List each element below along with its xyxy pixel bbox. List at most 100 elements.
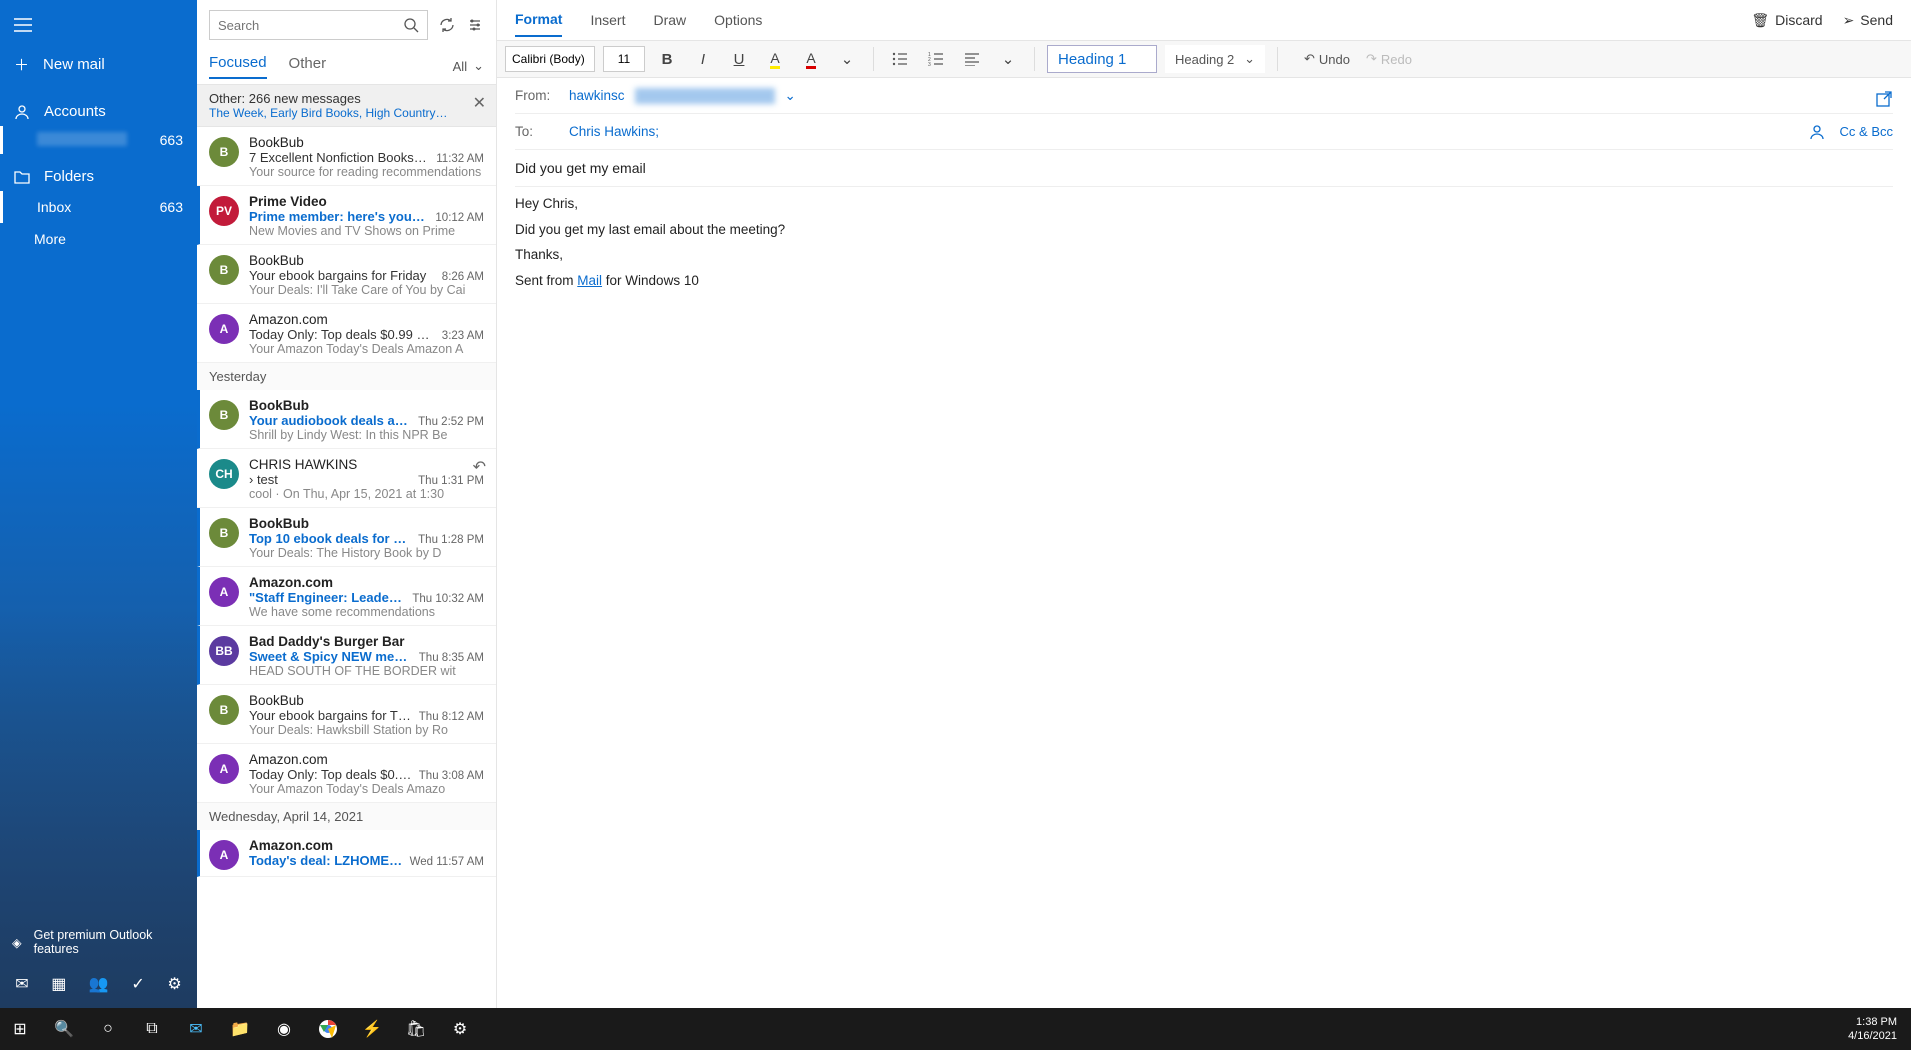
focused-settings-icon[interactable] bbox=[466, 16, 484, 34]
message-scroll[interactable]: B BookBub 7 Excellent Nonfiction Books t… bbox=[197, 127, 496, 1008]
accounts-header[interactable]: Accounts bbox=[0, 89, 197, 126]
more-paragraph-icon[interactable]: ⌄ bbox=[994, 45, 1022, 73]
message-item[interactable]: B BookBub Your ebook bargains for Friday… bbox=[197, 245, 496, 304]
message-item[interactable]: PV Prime Video Prime member: here's your… bbox=[197, 186, 496, 245]
search-taskbar-icon[interactable]: 🔍 bbox=[50, 1015, 78, 1043]
trash-icon: 🗑 bbox=[1751, 12, 1769, 29]
message-item[interactable]: B BookBub Top 10 ebook deals for you thi… bbox=[197, 508, 496, 567]
tab-focused[interactable]: Focused bbox=[209, 54, 267, 79]
from-field[interactable]: From: hawkinsc ⌄ bbox=[515, 78, 1893, 114]
message-preview: Your Amazon Today's Deals Amazon A bbox=[249, 342, 484, 356]
compose-body[interactable]: Hey Chris,Did you get my last email abou… bbox=[497, 187, 1911, 298]
search-input[interactable] bbox=[209, 10, 428, 40]
align-button[interactable] bbox=[958, 45, 986, 73]
redo-label: Redo bbox=[1381, 52, 1412, 67]
message-time: Thu 8:35 AM bbox=[419, 652, 484, 664]
todo-icon[interactable]: ✓ bbox=[131, 974, 144, 994]
plus-icon: ＋ bbox=[14, 54, 29, 75]
account-item[interactable]: 663 bbox=[0, 126, 197, 154]
message-sender: BookBub bbox=[249, 253, 484, 268]
italic-button[interactable]: I bbox=[689, 45, 717, 73]
message-item[interactable]: B BookBub Your audiobook deals are hereT… bbox=[197, 390, 496, 449]
tab-format[interactable]: Format bbox=[515, 3, 562, 37]
send-button[interactable]: ➢ Send bbox=[1843, 12, 1893, 29]
message-time: Thu 2:52 PM bbox=[418, 416, 484, 428]
tab-draw[interactable]: Draw bbox=[653, 4, 686, 36]
app-icon[interactable]: ⚡ bbox=[358, 1015, 386, 1043]
new-mail-button[interactable]: ＋ New mail bbox=[0, 40, 197, 89]
mail-app-icon[interactable]: ✉ bbox=[182, 1015, 210, 1043]
svg-text:3: 3 bbox=[928, 62, 931, 66]
message-item[interactable]: BB Bad Daddy's Burger Bar Sweet & Spicy … bbox=[197, 626, 496, 685]
message-item[interactable]: CH CHRIS HAWKINS › testThu 1:31 PM cool … bbox=[197, 449, 496, 508]
body-line: Hey Chris, bbox=[515, 191, 1893, 217]
chevron-down-icon[interactable]: ⌄ bbox=[785, 88, 796, 104]
contacts-icon[interactable] bbox=[1808, 123, 1826, 141]
more-font-icon[interactable]: ⌄ bbox=[833, 45, 861, 73]
tab-other[interactable]: Other bbox=[289, 55, 327, 78]
other-new-banner[interactable]: Other: 266 new messages The Week, Early … bbox=[197, 84, 496, 127]
message-time: Wed 11:57 AM bbox=[410, 856, 484, 868]
mail-link[interactable]: Mail bbox=[577, 273, 602, 288]
dell-icon[interactable]: ◉ bbox=[270, 1015, 298, 1043]
message-item[interactable]: A Amazon.com "Staff Engineer: Leadership… bbox=[197, 567, 496, 626]
menu-icon[interactable] bbox=[0, 10, 197, 40]
cc-bcc-toggle[interactable]: Cc & Bcc bbox=[1840, 124, 1893, 139]
avatar: B bbox=[209, 400, 239, 430]
underline-button[interactable]: U bbox=[725, 45, 753, 73]
redo-button[interactable]: ↷ Redo bbox=[1360, 51, 1418, 67]
start-icon[interactable]: ⊞ bbox=[6, 1015, 34, 1043]
folders-header[interactable]: Folders bbox=[0, 154, 197, 191]
heading2-label: Heading 2 bbox=[1175, 52, 1234, 67]
explorer-icon[interactable]: 📁 bbox=[226, 1015, 254, 1043]
cortana-icon[interactable]: ○ bbox=[94, 1015, 122, 1043]
font-color-button[interactable]: A bbox=[797, 45, 825, 73]
search-icon[interactable] bbox=[403, 17, 419, 33]
people-icon[interactable]: 👥 bbox=[89, 974, 109, 994]
avatar: A bbox=[209, 754, 239, 784]
calendar-icon[interactable]: ▦ bbox=[51, 974, 66, 994]
close-icon[interactable]: ✕ bbox=[473, 93, 486, 113]
premium-label: Get premium Outlook features bbox=[34, 928, 185, 956]
system-clock[interactable]: 1:38 PM 4/16/2021 bbox=[1848, 1015, 1905, 1044]
message-subject: Your ebook bargains for Friday bbox=[249, 268, 436, 283]
message-item[interactable]: A Amazon.com Today's deal: LZHOME LED Ga… bbox=[197, 830, 496, 877]
mail-icon[interactable]: ✉ bbox=[15, 974, 28, 994]
font-select[interactable] bbox=[505, 46, 595, 72]
bullets-button[interactable] bbox=[886, 45, 914, 73]
message-item[interactable]: B BookBub 7 Excellent Nonfiction Books t… bbox=[197, 127, 496, 186]
settings-icon[interactable]: ⚙ bbox=[167, 974, 181, 994]
signature: Sent from Mail for Windows 10 bbox=[515, 268, 1893, 294]
numbering-button[interactable]: 123 bbox=[922, 45, 950, 73]
sync-icon[interactable] bbox=[438, 16, 456, 34]
sidebar-item-inbox[interactable]: Inbox 663 bbox=[0, 191, 197, 223]
chrome-icon[interactable] bbox=[314, 1015, 342, 1043]
store-icon[interactable]: 🛍 bbox=[402, 1015, 430, 1043]
font-size-select[interactable] bbox=[603, 46, 645, 72]
premium-banner[interactable]: ◈ Get premium Outlook features bbox=[0, 918, 197, 966]
message-item[interactable]: A Amazon.com Today Only: Top deals $0.99… bbox=[197, 304, 496, 363]
bold-button[interactable]: B bbox=[653, 45, 681, 73]
message-item[interactable]: B BookBub Your ebook bargains for Thursd… bbox=[197, 685, 496, 744]
banner-sub: The Week, Early Bird Books, High Country… bbox=[209, 106, 449, 120]
tab-options[interactable]: Options bbox=[714, 4, 762, 36]
taskview-icon[interactable]: ⧉ bbox=[138, 1015, 166, 1043]
to-field[interactable]: To: Chris Hawkins; Cc & Bcc bbox=[515, 114, 1893, 150]
settings-taskbar-icon[interactable]: ⚙ bbox=[446, 1015, 474, 1043]
undo-button[interactable]: ↶ Undo bbox=[1298, 51, 1356, 67]
sidebar-item-more[interactable]: More bbox=[0, 223, 197, 255]
discard-button[interactable]: 🗑 Discard bbox=[1751, 12, 1822, 29]
message-time: Thu 1:28 PM bbox=[418, 534, 484, 546]
message-sender: BookBub bbox=[249, 135, 484, 150]
tab-insert[interactable]: Insert bbox=[590, 4, 625, 36]
popout-icon[interactable] bbox=[1875, 90, 1893, 108]
highlight-button[interactable]: A bbox=[761, 45, 789, 73]
search-field[interactable] bbox=[218, 18, 403, 33]
heading1-select[interactable]: Heading 1 bbox=[1047, 45, 1157, 73]
heading2-select[interactable]: Heading 2 ⌄ bbox=[1165, 45, 1265, 73]
filter-dropdown[interactable]: All ⌄ bbox=[453, 58, 484, 74]
message-item[interactable]: A Amazon.com Today Only: Top deals $0.99… bbox=[197, 744, 496, 803]
message-sender: Prime Video bbox=[249, 194, 484, 209]
from-label: From: bbox=[515, 88, 559, 103]
subject-field[interactable]: Did you get my email bbox=[515, 150, 1893, 187]
